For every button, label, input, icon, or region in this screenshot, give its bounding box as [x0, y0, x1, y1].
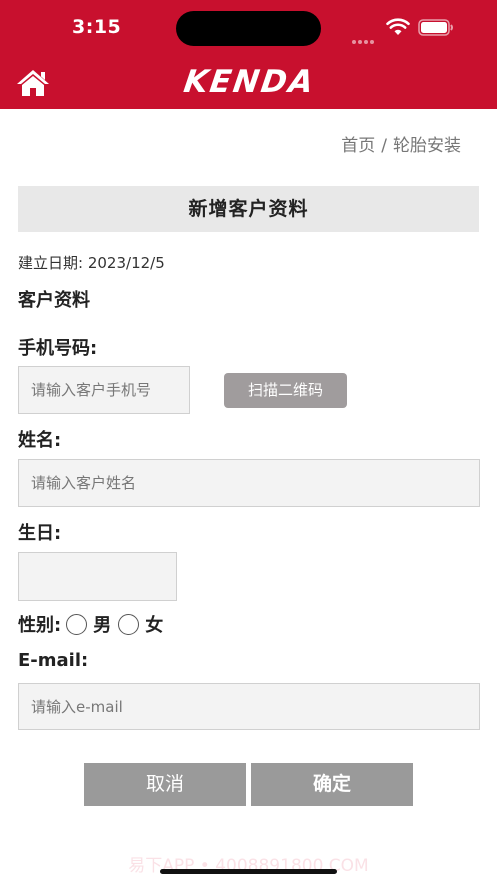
created-date-label: 建立日期: [18, 254, 84, 272]
breadcrumb-home-link[interactable]: 首页 [341, 136, 375, 156]
breadcrumb-current: 轮胎安装 [393, 136, 461, 156]
kenda-logo: KENDA [181, 64, 318, 100]
scan-qr-button[interactable]: 扫描二维码 [224, 373, 347, 408]
email-input[interactable] [18, 683, 480, 730]
cellular-signal-icon [352, 29, 378, 44]
email-label: E-mail: [18, 650, 89, 671]
birthday-input[interactable] [18, 552, 177, 601]
wifi-icon [386, 18, 410, 35]
gender-female-radio[interactable] [118, 613, 140, 635]
gender-female-label[interactable]: 女 [145, 611, 163, 637]
phone-input[interactable] [18, 366, 190, 414]
gender-row: 性别: 男 女 [18, 611, 165, 637]
gender-male-radio[interactable] [66, 613, 88, 635]
name-input[interactable] [18, 459, 480, 507]
section-heading: 客户资料 [18, 290, 90, 311]
gender-male-label[interactable]: 男 [93, 611, 111, 637]
home-indicator [160, 869, 337, 874]
birthday-label: 生日: [18, 523, 62, 544]
cancel-button[interactable]: 取消 [84, 763, 246, 806]
created-date-value: 2023/12/5 [87, 254, 165, 272]
app-header: 3:15 KENDA [0, 0, 497, 109]
breadcrumb-separator: / [381, 136, 387, 156]
page-title: 新增客户资料 [18, 186, 479, 232]
gender-label: 性别: [18, 615, 62, 636]
name-label: 姓名: [18, 430, 62, 451]
phone-label: 手机号码: [18, 338, 98, 359]
created-date-line: 建立日期: 2023/12/5 [18, 252, 165, 273]
battery-icon [418, 19, 453, 36]
confirm-button[interactable]: 确定 [251, 763, 413, 806]
status-time: 3:15 [72, 16, 122, 38]
screen: 3:15 KENDA 首页 / 轮胎安装 新增客户资料 建立日期: 2023/12/… [0, 0, 497, 883]
breadcrumb: 首页 / 轮胎安装 [341, 131, 461, 156]
dynamic-island [176, 11, 321, 46]
home-icon[interactable] [15, 68, 51, 98]
